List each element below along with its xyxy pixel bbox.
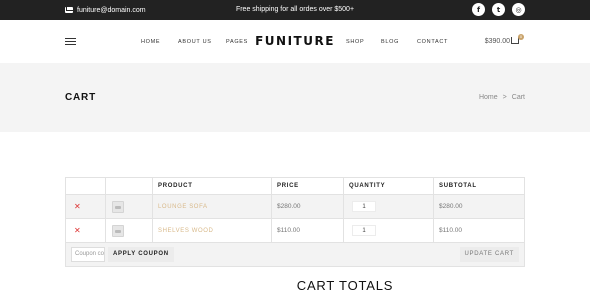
breadcrumb-current: Cart: [511, 94, 525, 101]
cart-actions-row: Coupon code APPLY COUPON UPDATE CART: [65, 242, 525, 267]
remove-item-icon[interactable]: ✕: [71, 226, 81, 235]
nav-shop[interactable]: SHOP: [346, 20, 364, 63]
update-cart-button[interactable]: UPDATE CART: [459, 247, 519, 262]
quantity-input[interactable]: 1: [352, 201, 376, 212]
product-name[interactable]: SHELVES WOOD: [158, 228, 213, 234]
social-links: f t ◎: [472, 3, 525, 16]
nav-blog[interactable]: BLOG: [381, 20, 399, 63]
facebook-icon[interactable]: f: [472, 3, 485, 16]
product-price: $280.00: [277, 203, 301, 210]
product-subtotal: $110.00: [439, 227, 463, 234]
cart-totals-title: CART TOTALS: [296, 278, 394, 293]
breadcrumb-home[interactable]: Home: [479, 94, 498, 101]
product-price: $110.00: [277, 227, 301, 234]
product-thumbnail[interactable]: [112, 224, 124, 237]
chevron-right-icon: >: [502, 94, 507, 101]
cart-total[interactable]: $390.00: [485, 20, 510, 63]
remove-col-header: [65, 177, 106, 195]
page-title-band: CART Home > Cart: [0, 63, 590, 132]
page-title: CART: [65, 92, 96, 103]
product-name[interactable]: LOUNGE SOFA: [158, 204, 208, 210]
quantity-col-header: QUANTITY: [343, 177, 434, 195]
coupon-group: Coupon code APPLY COUPON: [71, 247, 174, 262]
cart-table: PRODUCT PRICE QUANTITY SUBTOTAL ✕ LOUNGE…: [65, 177, 525, 267]
quantity-input[interactable]: 1: [352, 225, 376, 236]
twitter-icon[interactable]: t: [492, 3, 505, 16]
breadcrumb: Home > Cart: [479, 63, 525, 132]
product-thumbnail[interactable]: [112, 200, 124, 213]
coupon-input[interactable]: Coupon code: [71, 247, 105, 262]
product-col-header: PRODUCT: [152, 177, 272, 195]
table-header-row: PRODUCT PRICE QUANTITY SUBTOTAL: [65, 177, 525, 195]
site-header: HOME ABOUT US PAGES FUNITURE SHOP BLOG C…: [0, 20, 590, 63]
apply-coupon-button[interactable]: APPLY COUPON: [108, 247, 174, 262]
table-row: ✕ LOUNGE SOFA $280.00 1 $280.00: [65, 194, 525, 219]
table-row: ✕ SHELVES WOOD $110.00 1 $110.00: [65, 218, 525, 243]
price-col-header: PRICE: [271, 177, 344, 195]
top-bar: funiture@domain.com Free shipping for al…: [0, 0, 590, 20]
subtotal-col-header: SUBTOTAL: [433, 177, 525, 195]
remove-item-icon[interactable]: ✕: [71, 202, 81, 211]
product-subtotal: $280.00: [439, 203, 463, 210]
cart-count-badge: 0: [518, 34, 524, 40]
nav-contact[interactable]: CONTACT: [417, 20, 448, 63]
thumb-col-header: [105, 177, 153, 195]
instagram-icon[interactable]: ◎: [512, 3, 525, 16]
